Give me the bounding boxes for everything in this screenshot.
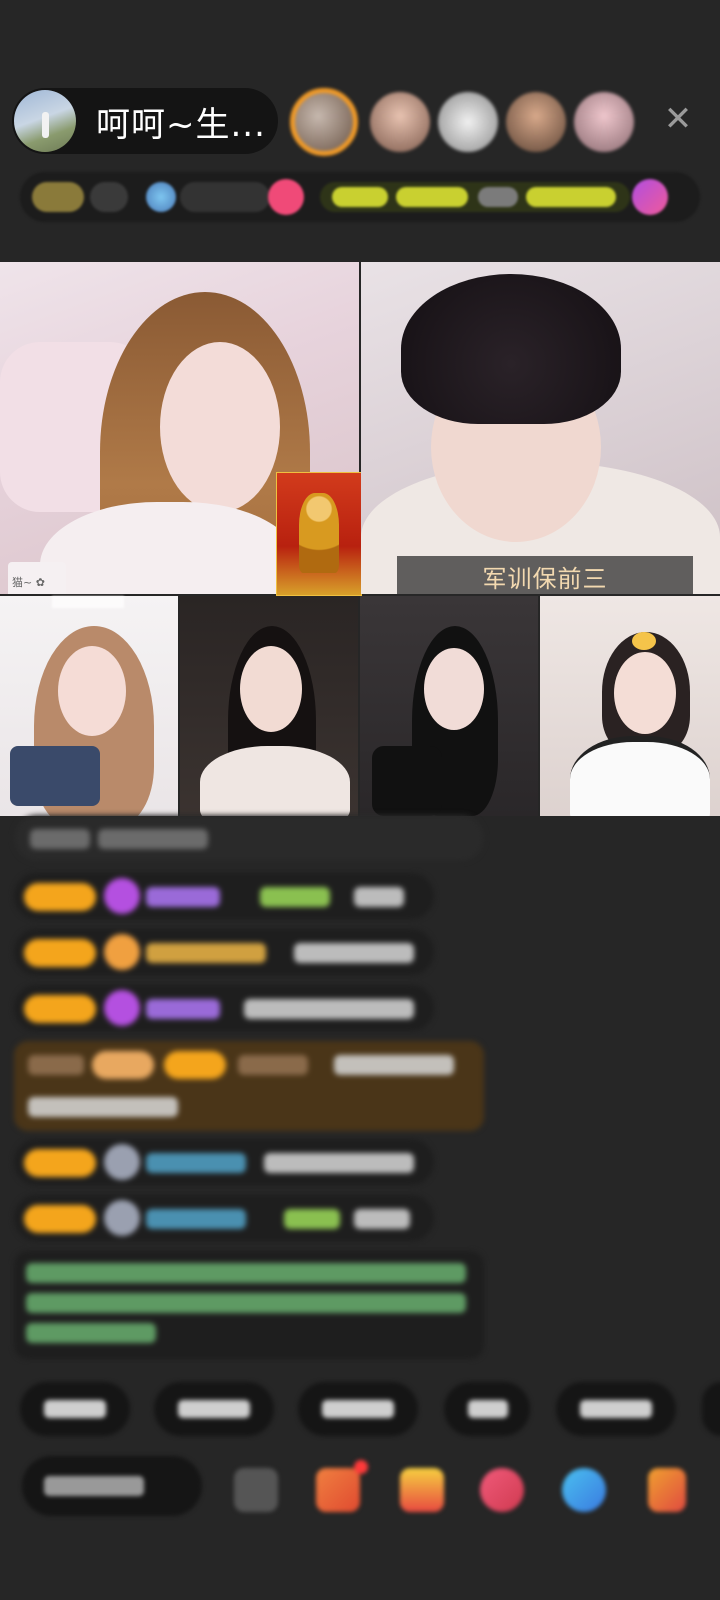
- emoji-icon[interactable]: [234, 1468, 278, 1512]
- quick-reply-chip[interactable]: [702, 1382, 720, 1436]
- message-text: [354, 887, 404, 907]
- microphone: [10, 746, 100, 806]
- level-badge: [24, 883, 96, 911]
- chat-message[interactable]: [14, 985, 434, 1031]
- notice-text-3: [478, 187, 518, 207]
- microphone: [372, 746, 442, 816]
- user-name[interactable]: [146, 1209, 246, 1229]
- level-badge: [24, 939, 96, 967]
- diamond-icon: [104, 990, 140, 1026]
- guest4-shirt: [570, 736, 710, 816]
- guest-tile-4[interactable]: [540, 596, 720, 816]
- tile-label: [52, 596, 124, 608]
- user-name-2[interactable]: [260, 887, 330, 907]
- notice-line: [26, 1263, 466, 1283]
- rank-chip-text: [90, 182, 128, 212]
- user-name-2[interactable]: [284, 1209, 340, 1229]
- diamond-icon: [104, 878, 140, 914]
- message-text: [98, 829, 208, 849]
- host-name: 呵呵~生...: [96, 104, 266, 145]
- user-name: [28, 1055, 84, 1075]
- guest-tile-1[interactable]: [0, 596, 178, 816]
- chat-highlight-message[interactable]: [14, 1041, 484, 1131]
- more-icon[interactable]: [632, 179, 668, 215]
- hair-accessory: [632, 632, 656, 650]
- viewer-avatar[interactable]: [574, 92, 634, 152]
- user-name[interactable]: [146, 943, 266, 963]
- fans-chip[interactable]: [180, 182, 270, 212]
- notice-text-2: [396, 187, 468, 207]
- more-menu-icon[interactable]: [648, 1468, 686, 1512]
- user-name[interactable]: [146, 1153, 246, 1173]
- vip-badge: [92, 1051, 154, 1079]
- gift-badge-icon[interactable]: [268, 179, 304, 215]
- quick-reply-chip[interactable]: [444, 1382, 530, 1436]
- guest-hair: [401, 274, 621, 424]
- level-icon: [104, 934, 140, 970]
- message-text: [294, 943, 414, 963]
- notification-dot: [354, 1460, 368, 1474]
- guest-video-tile[interactable]: [361, 262, 720, 594]
- message-text: [334, 1055, 454, 1075]
- rank-chip[interactable]: [32, 182, 84, 212]
- message-text: [244, 999, 414, 1019]
- level-badge: [24, 995, 96, 1023]
- chat-message[interactable]: [14, 873, 434, 919]
- viewer-avatar[interactable]: [438, 92, 498, 152]
- guest-tile-2[interactable]: [180, 596, 358, 816]
- notice-line: [26, 1293, 466, 1313]
- message-text: [354, 1209, 410, 1229]
- room-info-bar[interactable]: [20, 172, 700, 222]
- viewer-avatar[interactable]: [290, 88, 358, 156]
- quick-reply-row[interactable]: [0, 1382, 720, 1438]
- notice-text-4: [526, 187, 616, 207]
- close-icon[interactable]: ✕: [660, 101, 696, 137]
- fans-icon: [146, 182, 176, 212]
- mini-sticker: 猫~ ✿: [8, 562, 66, 594]
- gift-box-icon[interactable]: [316, 1468, 360, 1512]
- avatar-icon: [104, 1144, 140, 1180]
- guest2-body: [200, 746, 350, 816]
- chat-message[interactable]: [14, 815, 484, 861]
- quick-reply-chip[interactable]: [154, 1382, 274, 1436]
- level-badge: [24, 1205, 96, 1233]
- user-name[interactable]: [238, 1055, 308, 1075]
- system-notice: [14, 1251, 484, 1359]
- guest4-face: [614, 652, 676, 734]
- game-icon[interactable]: [562, 1468, 606, 1512]
- chat-message[interactable]: [14, 929, 434, 975]
- gift-god-of-wealth-card[interactable]: [276, 472, 362, 596]
- message-text: [30, 829, 90, 849]
- chat-message[interactable]: [14, 1139, 434, 1185]
- guest-caption: 军训保前三: [397, 556, 693, 596]
- quick-reply-chip[interactable]: [20, 1382, 130, 1436]
- bottom-action-bar[interactable]: [0, 1456, 720, 1546]
- guest2-face: [240, 646, 302, 732]
- guest1-face: [58, 646, 126, 736]
- avatar-icon: [104, 1200, 140, 1236]
- wish-icon[interactable]: [400, 1468, 444, 1512]
- user-name[interactable]: [146, 999, 220, 1019]
- message-text: [264, 1153, 414, 1173]
- level-badge: [164, 1051, 226, 1079]
- chat-message[interactable]: [14, 1195, 434, 1241]
- user-name[interactable]: [146, 887, 220, 907]
- host-avatar[interactable]: [14, 90, 76, 152]
- level-badge: [24, 1149, 96, 1177]
- host-face: [160, 342, 280, 512]
- viewer-avatar[interactable]: [370, 92, 430, 152]
- quick-reply-chip[interactable]: [298, 1382, 418, 1436]
- notice-text-1: [332, 187, 388, 207]
- heart-gift-icon[interactable]: [480, 1468, 524, 1512]
- viewer-avatar[interactable]: [506, 92, 566, 152]
- guest3-face: [424, 648, 484, 730]
- comment-input[interactable]: [22, 1456, 202, 1516]
- quick-reply-chip[interactable]: [556, 1382, 676, 1436]
- message-text: [28, 1097, 178, 1117]
- host-info-pill[interactable]: 呵呵~生...: [12, 88, 278, 154]
- god-figure: [299, 493, 339, 573]
- notice-line: [26, 1323, 156, 1343]
- guest-tile-3[interactable]: [360, 596, 538, 816]
